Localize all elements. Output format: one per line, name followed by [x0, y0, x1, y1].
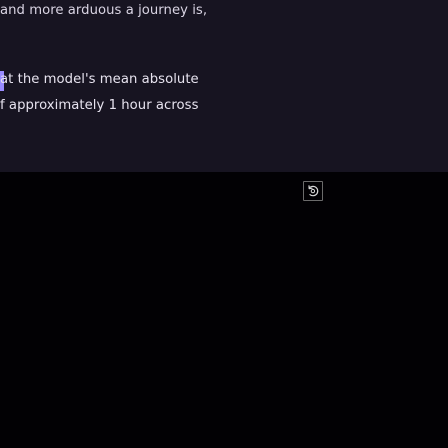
article-paragraph: and more arduous a journey is, — [0, 3, 208, 18]
article-paragraph-line: f approximately 1 hour across — [0, 98, 199, 113]
rotate-icon — [306, 184, 320, 198]
media-embed[interactable] — [0, 172, 448, 448]
rotate-button[interactable] — [303, 181, 323, 201]
article-paragraph-line: at the model's mean absolute — [0, 72, 199, 87]
article-content: and more arduous a journey is, at the mo… — [0, 0, 448, 448]
